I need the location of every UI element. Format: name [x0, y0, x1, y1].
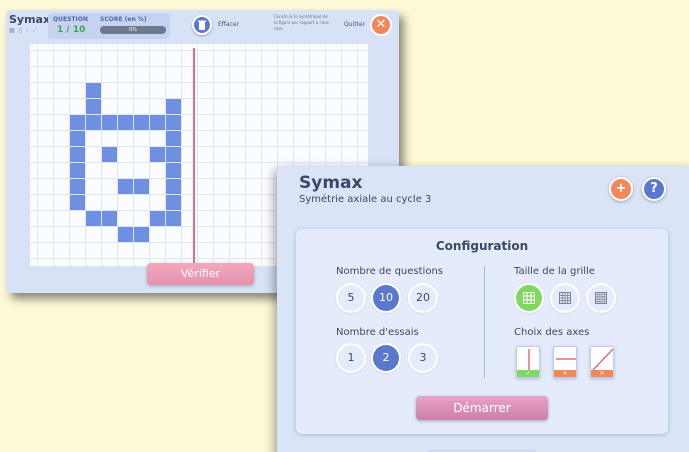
game-topbar: Symax ▦ ▯ – ⟋ QUESTION 1 / 10 SCORE (en …	[6, 10, 399, 42]
attempts-option-1[interactable]: 1	[338, 345, 364, 371]
score-value: 0%	[129, 27, 137, 33]
grid-cell-filled[interactable]	[166, 211, 181, 226]
questions-option-5[interactable]: 5	[338, 285, 364, 311]
grid-small-icon[interactable]	[516, 285, 542, 311]
questions-label: Nombre de questions	[336, 266, 444, 277]
grid-cell-filled[interactable]	[102, 115, 117, 130]
start-button[interactable]: Démarrer	[416, 396, 548, 420]
axis-disabled-badge: ✕	[554, 370, 576, 377]
attempts-label: Nombre d'essais	[336, 327, 419, 338]
grid-cell-filled[interactable]	[86, 115, 101, 130]
grid-cell-filled[interactable]	[166, 179, 181, 194]
grid-cell-filled[interactable]	[166, 115, 181, 130]
grid-cell-filled[interactable]	[86, 83, 101, 98]
config-title: Symax	[299, 173, 363, 193]
score-bar: 0%	[100, 26, 166, 34]
symmetry-axis	[193, 48, 195, 264]
grid-cell-filled[interactable]	[86, 99, 101, 114]
grid-cell-filled[interactable]	[166, 147, 181, 162]
config-subtitle: Symétrie axiale au cycle 3	[299, 194, 432, 205]
grid-cell-filled[interactable]	[150, 147, 165, 162]
configuration-heading: Configuration	[435, 239, 529, 253]
plus-icon[interactable]: +	[609, 177, 633, 201]
grid-cell-filled[interactable]	[134, 227, 149, 242]
grid-cell-filled[interactable]	[102, 211, 117, 226]
configuration-card: Configuration Nombre de questions 5 10 2…	[296, 229, 668, 434]
grid-cell-filled[interactable]	[118, 115, 133, 130]
grid-cell-filled[interactable]	[70, 131, 85, 146]
grid-cell-filled[interactable]	[166, 99, 181, 114]
verify-button[interactable]: Vérifier	[147, 263, 254, 285]
grid-cell-filled[interactable]	[70, 179, 85, 194]
grid-cell-filled[interactable]	[70, 163, 85, 178]
questions-option-10[interactable]: 10	[373, 285, 399, 311]
questions-option-20[interactable]: 20	[410, 285, 436, 311]
grid-size-label: Taille de la grille	[514, 266, 595, 277]
grid-cell-filled[interactable]	[70, 115, 85, 130]
attempts-option-3[interactable]: 3	[410, 345, 436, 371]
grid-cell-filled[interactable]	[150, 115, 165, 130]
grid-cell-filled[interactable]	[70, 195, 85, 210]
column-divider	[484, 266, 485, 378]
score-label: SCORE (en %)	[100, 16, 147, 23]
progress-panel: QUESTION 1 / 10 SCORE (en %) 0%	[48, 13, 170, 39]
grid-cell-filled[interactable]	[118, 179, 133, 194]
quit-label[interactable]: Quitter	[344, 21, 365, 28]
instruction-text: Construis le symétrique de la figure par…	[274, 14, 329, 31]
axes-label: Choix des axes	[514, 327, 590, 338]
app-logo: Symax	[9, 13, 51, 26]
grid-cell-filled[interactable]	[134, 115, 149, 130]
axis-enabled-badge: ✓	[517, 370, 539, 377]
help-icon[interactable]: ?	[642, 177, 666, 201]
close-icon[interactable]: ✕	[370, 14, 392, 36]
grid-cell-filled[interactable]	[86, 211, 101, 226]
attempts-option-2[interactable]: 2	[373, 345, 399, 371]
diagonal-axis-icon[interactable]: ✕	[590, 346, 614, 378]
grid-large-icon[interactable]	[588, 285, 614, 311]
grid-cell-filled[interactable]	[118, 227, 133, 242]
grid-medium-icon[interactable]	[552, 285, 578, 311]
question-counter: 1 / 10	[57, 25, 86, 35]
config-window: Symax Symétrie axiale au cycle 3 + ? Con…	[277, 166, 689, 452]
axis-disabled-badge: ✕	[591, 370, 613, 377]
horizontal-axis-icon[interactable]: ✕	[553, 346, 577, 378]
grid-cell-filled[interactable]	[134, 179, 149, 194]
grid-cell-filled[interactable]	[70, 147, 85, 162]
trash-icon[interactable]	[192, 15, 212, 35]
grid-cell-filled[interactable]	[102, 147, 117, 162]
grid-cell-filled[interactable]	[166, 195, 181, 210]
grid-cell-filled[interactable]	[150, 211, 165, 226]
question-label: QUESTION	[53, 16, 88, 23]
clear-label[interactable]: Effacer	[218, 21, 239, 28]
mode-indicator: ▦ ▯ – ⟋	[9, 27, 38, 34]
vertical-axis-icon[interactable]: ✓	[516, 346, 540, 378]
grid-cell-filled[interactable]	[166, 163, 181, 178]
grid-cell-filled[interactable]	[166, 131, 181, 146]
